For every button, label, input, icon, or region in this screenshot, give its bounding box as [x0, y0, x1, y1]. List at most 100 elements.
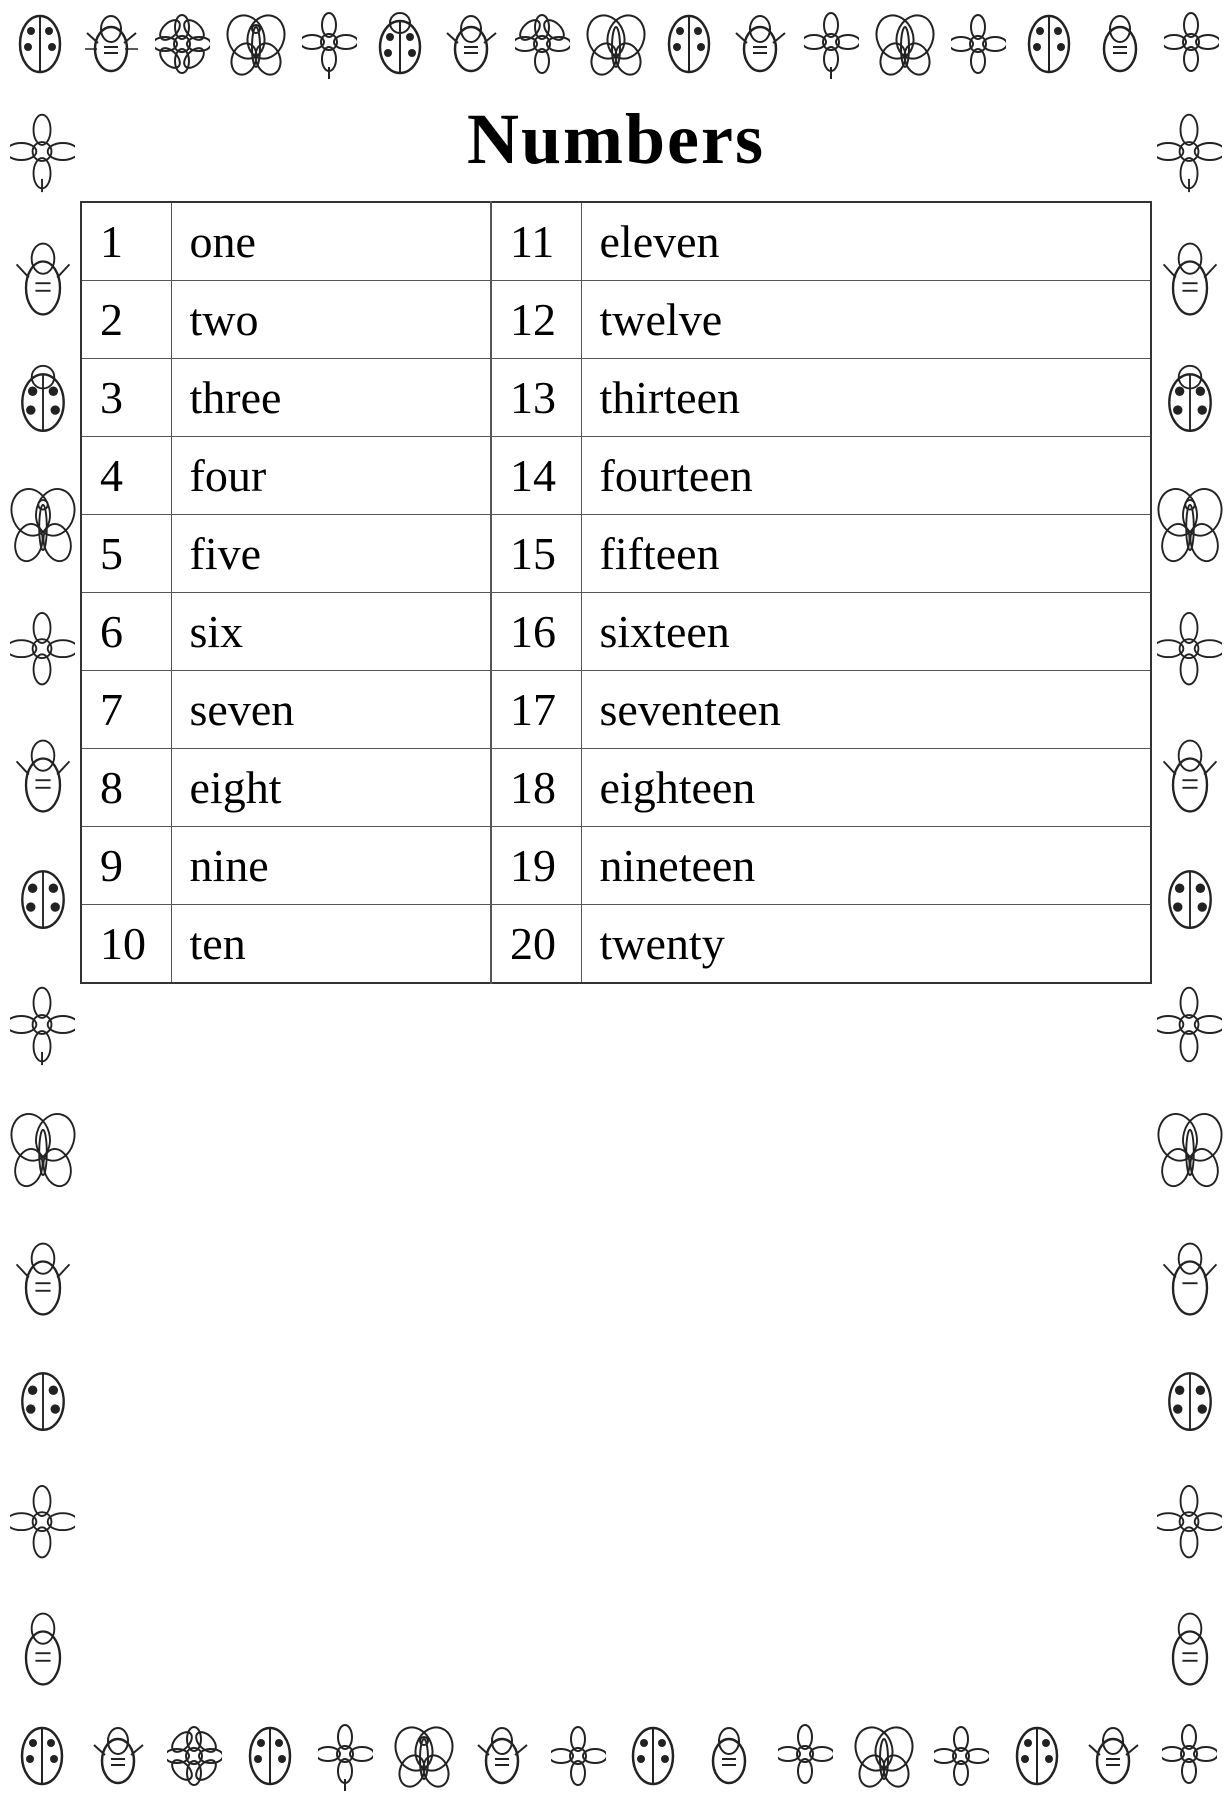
- right-flower: [1157, 109, 1222, 194]
- top-border-butterfly: [226, 9, 286, 79]
- word-cell: seven: [171, 671, 491, 749]
- word-cell: ten: [171, 905, 491, 984]
- page: Numbers 1one11eleven2two12twelve3three13…: [0, 0, 1232, 1800]
- number-cell-2: 20: [491, 905, 581, 984]
- top-border-flower2: [302, 9, 357, 79]
- top-border-ladybug4: [1022, 9, 1077, 79]
- bot-flower5: [934, 1721, 989, 1791]
- left-bee3: [13, 1236, 73, 1321]
- bot-ladybug3: [626, 1721, 681, 1791]
- right-flower3: [1157, 982, 1222, 1067]
- word-cell: nine: [171, 827, 491, 905]
- left-flower2: [10, 611, 75, 691]
- left-butterfly: [8, 484, 78, 569]
- bot-ladybug4: [1010, 1721, 1065, 1791]
- top-border-icon: [13, 9, 68, 79]
- word-cell: three: [171, 359, 491, 437]
- top-border-ladybug2: [373, 9, 428, 79]
- top-border-butterfly2: [586, 9, 646, 79]
- number-cell-2: 19: [491, 827, 581, 905]
- word-cell: two: [171, 281, 491, 359]
- word-cell-2: fourteen: [581, 437, 1151, 515]
- bot-flower6: [1162, 1721, 1217, 1791]
- right-flower4: [1157, 1484, 1222, 1564]
- top-border-bee2: [444, 9, 499, 79]
- number-cell-2: 14: [491, 437, 581, 515]
- table-row: 4four14fourteen: [81, 437, 1151, 515]
- top-border-flower: [155, 9, 210, 79]
- left-butterfly2: [8, 1109, 78, 1194]
- top-border-bee4: [1093, 9, 1148, 79]
- bot-flower3: [551, 1721, 606, 1791]
- number-cell: 1: [81, 202, 171, 281]
- number-cell-2: 12: [491, 281, 581, 359]
- right-bee: [1160, 236, 1220, 321]
- right-bee3: [1160, 1236, 1220, 1321]
- number-cell-2: 17: [491, 671, 581, 749]
- number-cell: 2: [81, 281, 171, 359]
- right-butterfly2: [1155, 1109, 1225, 1194]
- top-border-butterfly3: [875, 9, 935, 79]
- number-cell: 10: [81, 905, 171, 984]
- bot-ladybug2: [243, 1721, 298, 1791]
- top-border-flower5: [951, 9, 1006, 79]
- word-cell: four: [171, 437, 491, 515]
- number-cell: 3: [81, 359, 171, 437]
- table-row: 1one11eleven: [81, 202, 1151, 281]
- number-cell: 6: [81, 593, 171, 671]
- right-border: [1147, 88, 1232, 1712]
- right-ladybug2: [1160, 860, 1220, 940]
- word-cell-2: thirteen: [581, 359, 1151, 437]
- number-cell: 8: [81, 749, 171, 827]
- number-cell: 5: [81, 515, 171, 593]
- table-row: 9nine19nineteen: [81, 827, 1151, 905]
- bot-bee: [91, 1721, 146, 1791]
- left-flower4: [10, 1484, 75, 1564]
- bot-flower4: [778, 1721, 833, 1791]
- table-row: 3three13thirteen: [81, 359, 1151, 437]
- word-cell: one: [171, 202, 491, 281]
- bot-butterfly: [394, 1721, 454, 1791]
- number-cell: 7: [81, 671, 171, 749]
- right-ladybug3: [1160, 1362, 1220, 1442]
- word-cell-2: eleven: [581, 202, 1151, 281]
- right-butterfly: [1155, 484, 1225, 569]
- numbers-table: 1one11eleven2two12twelve3three13thirteen…: [80, 201, 1152, 984]
- top-border-ladybug3: [662, 9, 717, 79]
- bot-bee4: [1086, 1721, 1141, 1791]
- word-cell-2: fifteen: [581, 515, 1151, 593]
- left-ladybug3: [13, 1362, 73, 1442]
- word-cell-2: eighteen: [581, 749, 1151, 827]
- top-border-bee3: [733, 9, 788, 79]
- main-content: Numbers 1one11eleven2two12twelve3three13…: [0, 88, 1232, 1712]
- left-border: [0, 88, 85, 1712]
- bot-bee3: [702, 1721, 757, 1791]
- number-cell: 9: [81, 827, 171, 905]
- left-flower3: [10, 982, 75, 1067]
- number-cell: 4: [81, 437, 171, 515]
- bottom-border: [0, 1712, 1232, 1800]
- word-cell-2: twelve: [581, 281, 1151, 359]
- left-bee4: [13, 1606, 73, 1691]
- number-cell-2: 11: [491, 202, 581, 281]
- top-border-flower6: [1164, 9, 1219, 79]
- right-bee4: [1160, 1606, 1220, 1691]
- table-row: 2two12twelve: [81, 281, 1151, 359]
- word-cell: five: [171, 515, 491, 593]
- bot-flower2: [318, 1721, 373, 1791]
- bot-ladybug: [15, 1721, 70, 1791]
- bot-flower: [167, 1721, 222, 1791]
- word-cell-2: seventeen: [581, 671, 1151, 749]
- word-cell-2: twenty: [581, 905, 1151, 984]
- top-border: [0, 0, 1232, 88]
- number-cell-2: 16: [491, 593, 581, 671]
- bot-butterfly2: [854, 1721, 914, 1791]
- word-cell: eight: [171, 749, 491, 827]
- table-row: 10ten20twenty: [81, 905, 1151, 984]
- table-row: 7seven17seventeen: [81, 671, 1151, 749]
- top-border-flower3: [515, 9, 570, 79]
- word-cell: six: [171, 593, 491, 671]
- table-row: 6six16sixteen: [81, 593, 1151, 671]
- number-cell-2: 13: [491, 359, 581, 437]
- bot-bee2: [475, 1721, 530, 1791]
